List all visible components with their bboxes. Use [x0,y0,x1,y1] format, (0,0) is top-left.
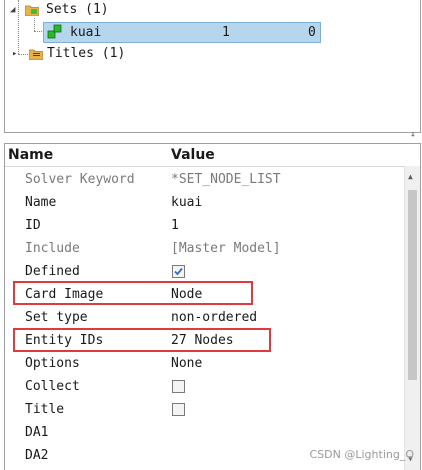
set-id-column: 1 [222,25,230,40]
scrollbar-thumb[interactable] [408,190,417,380]
property-name: Solver Keyword [25,172,135,187]
property-row-collect[interactable]: Collect [5,375,405,398]
node-set-icon [47,24,62,39]
set-name: kuai [70,25,102,40]
collect-checkbox[interactable] [172,380,185,393]
property-name: Set type [25,310,88,325]
property-row-defined[interactable]: Defined [5,260,405,283]
property-value[interactable]: non-ordered [171,306,257,329]
property-value[interactable]: kuai [171,191,202,214]
property-grid: Name Value Solver Keyword *SET_NODE_LIST… [4,143,421,470]
set-count-column: 0 [308,25,316,40]
property-name: DA1 [25,425,49,440]
title-checkbox[interactable] [172,403,185,416]
scroll-up-arrow-icon[interactable]: ▲ [408,172,413,181]
property-name: Title [25,402,65,417]
defined-checkbox[interactable] [172,265,185,278]
collapse-arrow-icon[interactable]: ◢ [10,0,15,20]
property-value: *SET_NODE_LIST [171,172,281,187]
tree-label-sets: Sets (1) [46,2,109,17]
property-value[interactable]: None [171,352,202,375]
column-header-name[interactable]: Name [8,147,53,163]
property-name: DA2 [25,448,49,463]
property-name: Name [25,195,57,210]
watermark: CSDN @Lighting_Q [309,448,414,461]
property-row-id[interactable]: ID 1 [5,214,405,237]
vertical-scrollbar[interactable]: ▲ ▼ [404,166,420,470]
titles-folder-icon [29,49,43,60]
property-row-da1[interactable]: DA1 [5,421,405,444]
panel-collapse-chevron-icon[interactable]: ↓ [410,131,416,139]
highlight-box-entity-ids [13,328,271,352]
property-row-title[interactable]: Title [5,398,405,421]
property-name: Defined [25,264,80,279]
checkmark-icon [174,267,183,276]
property-name: Include [25,241,80,256]
tree-node-titles[interactable]: ▸ Titles (1) [5,44,305,64]
property-row-name[interactable]: Name kuai [5,191,405,214]
column-header-value[interactable]: Value [171,147,215,163]
property-row-solver-keyword[interactable]: Solver Keyword *SET_NODE_LIST [5,168,405,191]
property-row-options[interactable]: Options None [5,352,405,375]
property-grid-header: Name Value [5,144,420,167]
entity-tree: ◢ Sets (1) kuai 1 0 ▸ Titles (1) [4,0,421,133]
property-value: [Master Model] [171,241,281,256]
property-row-set-type[interactable]: Set type non-ordered [5,306,405,329]
property-name: Collect [25,379,80,394]
tree-node-kuai-selected[interactable]: kuai 1 0 [43,22,321,43]
property-name: ID [25,218,41,233]
tree-node-sets[interactable]: ◢ Sets (1) [5,0,305,20]
property-row-include[interactable]: Include [Master Model] [5,237,405,260]
expand-arrow-icon[interactable]: ▸ [12,44,17,64]
property-name: Options [25,356,80,371]
highlight-box-card-image [13,281,253,305]
tree-label-titles: Titles (1) [47,46,126,61]
property-value[interactable]: 1 [171,214,179,237]
folder-icon [25,5,39,16]
